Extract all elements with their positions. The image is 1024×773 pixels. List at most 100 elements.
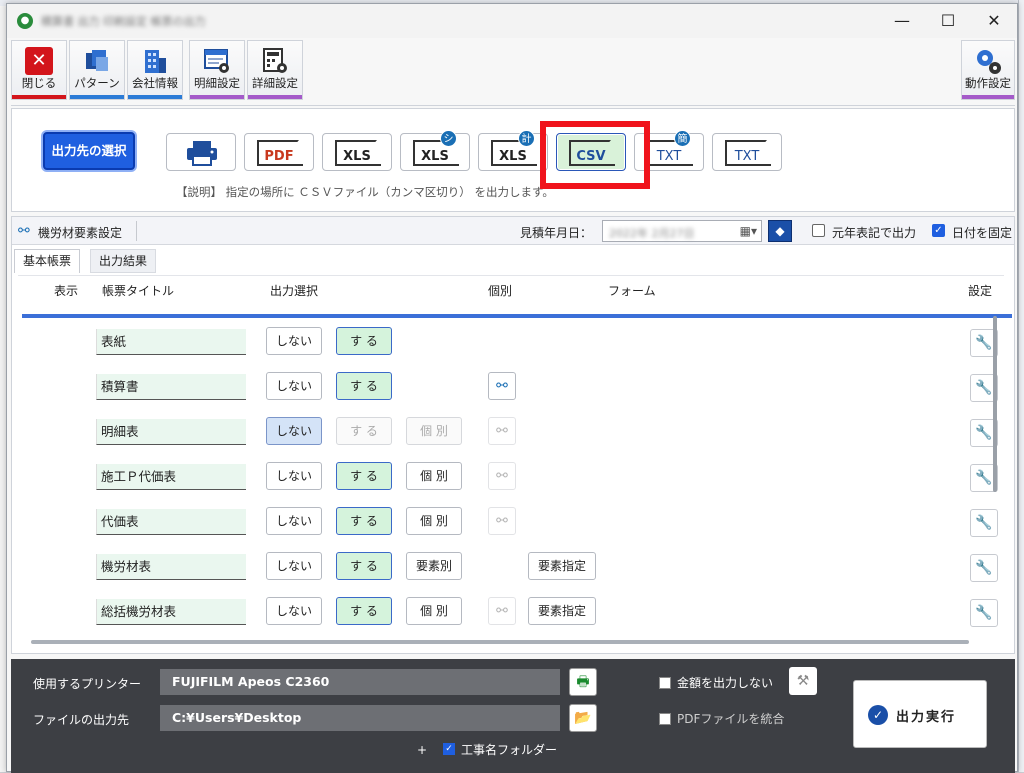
- horizontal-scrollbar[interactable]: [31, 640, 969, 644]
- element-specify-button[interactable]: 要素指定: [528, 552, 596, 580]
- output-yes-button[interactable]: す る: [336, 372, 392, 400]
- tree-settings-icon[interactable]: ⚯: [488, 372, 516, 400]
- close-button-accent: [12, 95, 66, 99]
- individual-button[interactable]: 個 別: [406, 507, 462, 535]
- xls-kei-format-label: XLS: [499, 149, 527, 164]
- element-settings-button[interactable]: 機労材要素設定: [38, 224, 122, 241]
- panel-header: ⚯ 機労材要素設定 見積年月日： 2022年 2月27日 ▦▾ ◆ 元年表記で出…: [12, 217, 1014, 245]
- output-no-button[interactable]: しない: [266, 507, 322, 535]
- output-no-button[interactable]: しない: [266, 462, 322, 490]
- xls-format-label: XLS: [343, 149, 371, 164]
- maximize-button[interactable]: ☐: [925, 4, 971, 38]
- gears-icon: [974, 47, 1002, 75]
- output-yes-button[interactable]: す る: [336, 462, 392, 490]
- report-title-field[interactable]: 機労材表: [96, 554, 246, 580]
- execute-output-label: 出力実行: [896, 710, 957, 725]
- tree-settings-icon[interactable]: ⚯: [488, 597, 516, 625]
- building-icon: [141, 47, 169, 75]
- tab-output-results[interactable]: 出力結果: [90, 249, 157, 273]
- individual-button[interactable]: 個 別: [406, 597, 462, 625]
- tab-basic-reports[interactable]: 基本帳票: [14, 249, 81, 273]
- merge-pdf-checkbox[interactable]: [659, 713, 671, 725]
- fix-date-checkbox[interactable]: ✓: [932, 224, 945, 237]
- tree-icon: ⚯: [18, 223, 30, 239]
- xls-kei-format-button[interactable]: XLS 計: [478, 130, 548, 171]
- advanced-settings-button-accent: [248, 95, 302, 99]
- output-no-button[interactable]: しない: [266, 327, 322, 355]
- company-info-button-accent: [128, 95, 182, 99]
- estimate-date-label: 見積年月日：: [520, 226, 593, 240]
- output-no-button[interactable]: しない: [266, 372, 322, 400]
- printer-select-button[interactable]: 🖶: [569, 668, 597, 696]
- output-path-label: ファイルの出力先: [33, 713, 130, 727]
- tree-settings-icon[interactable]: ⚯: [488, 507, 516, 535]
- table-row: 施工Ｐ代価表 しない す る 個 別 ⚯ 🔧: [18, 459, 1004, 504]
- vertical-scrollbar[interactable]: [991, 316, 999, 492]
- individual-button[interactable]: 個 別: [406, 417, 462, 445]
- vertical-scrollbar-thumb[interactable]: [993, 316, 997, 492]
- output-yes-button[interactable]: す る: [336, 552, 392, 580]
- folder-browse-button[interactable]: 📂: [569, 704, 597, 732]
- report-title-field[interactable]: 代価表: [96, 509, 246, 535]
- minimize-button[interactable]: —: [879, 4, 925, 38]
- output-yes-button[interactable]: す る: [336, 507, 392, 535]
- tools-icon[interactable]: ⚒: [789, 667, 817, 695]
- tree-settings-icon[interactable]: ⚯: [488, 462, 516, 490]
- printer-label: 使用するプリンター: [33, 677, 142, 691]
- wrench-icon[interactable]: 🔧: [970, 599, 998, 627]
- eraser-button[interactable]: ◆: [768, 220, 792, 242]
- gengo-checkbox[interactable]: [812, 224, 825, 237]
- report-title-field[interactable]: 総括機労材表: [96, 599, 246, 625]
- xls-shi-format-button[interactable]: XLS シ: [400, 130, 470, 171]
- calendar-dropdown-icon[interactable]: ▦▾: [740, 224, 757, 238]
- output-no-button[interactable]: しない: [266, 417, 322, 445]
- report-title-field[interactable]: 明細表: [96, 419, 246, 445]
- operation-settings-button[interactable]: 動作設定: [961, 40, 1015, 100]
- header-divider: [136, 221, 137, 241]
- report-title-field[interactable]: 表紙: [96, 329, 246, 355]
- element-specify-button[interactable]: 要素指定: [528, 597, 596, 625]
- txt-format-button[interactable]: TXT: [712, 133, 782, 171]
- col-output: 出力選択: [270, 284, 319, 298]
- wrench-icon[interactable]: 🔧: [970, 554, 998, 582]
- form-gear-icon: [203, 47, 231, 75]
- check-circle-icon: ✓: [868, 705, 888, 725]
- col-form: フォーム: [608, 284, 656, 298]
- element-split-button[interactable]: 要素別: [406, 552, 462, 580]
- tab-strip: 基本帳票 出力結果: [12, 247, 1014, 273]
- output-yes-button[interactable]: す る: [336, 597, 392, 625]
- report-title-field[interactable]: 施工Ｐ代価表: [96, 464, 246, 490]
- print-format-button[interactable]: [166, 133, 236, 171]
- printer-icon: 🖶: [576, 674, 590, 690]
- pdf-format-button[interactable]: PDF: [244, 133, 314, 171]
- output-yes-button[interactable]: す る: [336, 327, 392, 355]
- wrench-icon[interactable]: 🔧: [970, 509, 998, 537]
- printer-field[interactable]: FUJIFILM Apeos C2360: [160, 669, 560, 695]
- title-bar: ● 積算書 出力 印刷設定 帳票の出力 — ☐ ✕: [7, 4, 1017, 38]
- no-amount-checkbox[interactable]: [659, 677, 671, 689]
- report-grid: 表示 帳票タイトル 出力選択 個別 フォーム 設定 表紙 しない す る 🔧 積…: [18, 275, 1012, 643]
- output-yes-button[interactable]: す る: [336, 417, 392, 445]
- detail-settings-button-accent: [190, 95, 244, 99]
- pattern-button[interactable]: パターン: [69, 40, 125, 100]
- close-button[interactable]: ✕ 閉じる: [11, 40, 67, 100]
- output-no-button[interactable]: しない: [266, 597, 322, 625]
- tree-settings-icon[interactable]: ⚯: [488, 417, 516, 445]
- col-show: 表示: [54, 284, 79, 298]
- advanced-settings-button[interactable]: 詳細設定: [247, 40, 303, 100]
- output-path-field[interactable]: C:¥Users¥Desktop: [160, 705, 560, 731]
- detail-settings-button[interactable]: 明細設定: [189, 40, 245, 100]
- estimate-date-input[interactable]: 2022年 2月27日 ▦▾: [602, 220, 762, 242]
- company-info-button[interactable]: 会社情報: [127, 40, 183, 100]
- close-window-button[interactable]: ✕: [971, 4, 1017, 38]
- output-no-button[interactable]: しない: [266, 552, 322, 580]
- col-title: 帳票タイトル: [102, 284, 175, 298]
- execute-output-button[interactable]: ✓ 出力実行: [853, 680, 987, 748]
- detail-settings-button-label: 明細設定: [194, 76, 240, 90]
- xls-format-button[interactable]: XLS: [322, 133, 392, 171]
- fix-date-label: 日付を固定: [952, 226, 1013, 240]
- individual-button[interactable]: 個 別: [406, 462, 462, 490]
- select-destination-button[interactable]: 出力先の選択: [43, 132, 135, 170]
- report-title-field[interactable]: 積算書: [96, 374, 246, 400]
- project-folder-checkbox[interactable]: ✓: [443, 743, 455, 755]
